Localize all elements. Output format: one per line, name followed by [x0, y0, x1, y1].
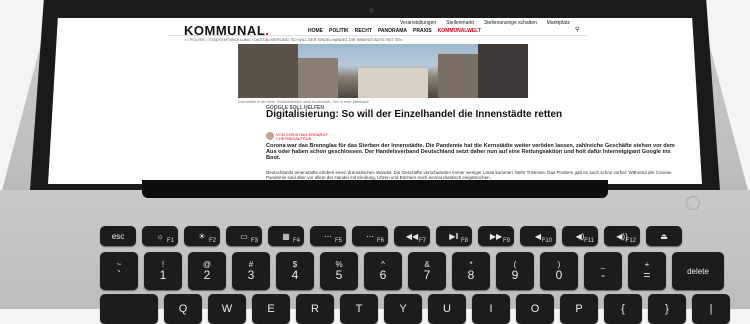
nav-divider — [168, 35, 588, 36]
key-6[interactable]: ^ 6 — [364, 252, 402, 290]
author-avatar — [266, 132, 274, 140]
key-0[interactable]: ) 0 — [540, 252, 578, 290]
key-w[interactable]: W — [208, 294, 246, 324]
mute-key[interactable]: ◀ F10 — [520, 226, 556, 246]
camera-icon — [369, 8, 374, 13]
play-pause-key[interactable]: ▶‖ F8 — [436, 226, 472, 246]
nav-item-home[interactable]: HOME — [308, 28, 323, 34]
mission-control-key[interactable]: ▭ F3 — [226, 226, 262, 246]
key-pipe[interactable]: | — [692, 294, 730, 324]
brightness-down-key[interactable]: ☼ F1 — [142, 226, 178, 246]
nav-item-panorama[interactable]: PANORAMA — [378, 28, 407, 34]
breadcrumb[interactable]: ⌂ / POLITIK / STADTENTWICKLUNG / DIGITAL… — [184, 37, 402, 42]
key-4[interactable]: $4 — [276, 252, 314, 290]
nav-item-praxis[interactable]: PRAXIS — [413, 28, 432, 34]
mission-control-icon: ▭ — [240, 231, 248, 241]
brightness-up-icon: ☀ — [198, 231, 206, 241]
mute-icon: ◀ — [534, 231, 542, 241]
eject-icon: ⏏ — [660, 231, 668, 241]
launchpad-icon: ▦ — [282, 231, 290, 241]
play-pause-icon: ▶‖ — [449, 231, 459, 241]
key-3[interactable]: #3 — [232, 252, 270, 290]
keyboard-deck — [0, 190, 750, 309]
kbd-light-down-key[interactable]: ⋯ F5 — [310, 226, 346, 246]
key-r[interactable]: R — [296, 294, 334, 324]
nav-item-kommunalwelt[interactable]: KOMMUNALWELT — [438, 28, 481, 34]
fast-forward-icon: ▶▶ — [489, 231, 503, 241]
key-q[interactable]: Q — [164, 294, 202, 324]
nav-item-recht[interactable]: RECHT — [355, 28, 372, 34]
topnav-link[interactable]: Stellenanzeige schalten — [484, 20, 537, 26]
fast-forward-key[interactable]: ▶▶ F9 — [478, 226, 514, 246]
image-caption: Innenstädte in der Krise: Einkaufsstraße… — [238, 100, 369, 104]
key-left-brace[interactable]: { — [604, 294, 642, 324]
key-right-brace[interactable]: } — [648, 294, 686, 324]
author-byline[interactable]: VON CHRISTIAN ERHARDT CHEFREDAKTEUR — [276, 133, 328, 141]
key-equals[interactable]: + = — [628, 252, 666, 290]
key-t[interactable]: T — [340, 294, 378, 324]
number-key-row: ~ ` ! 1 @2 #3 $4 % 5 ^ 6 & 7 * 8 (9 ) 0 _ - + = d… — [100, 252, 724, 290]
function-key-row: esc ☼ F1 ☀ F2 ▭ F3 ▦ F4 ⋯ F5 ⋯ F6 ◀◀ F7 ▶‖ F8 ▶▶… — [100, 226, 682, 246]
article-body: Deutschlands Innenstädte erleben einen d… — [266, 170, 673, 181]
keyboard-light-down-icon: ⋯ — [324, 231, 332, 241]
key-2[interactable]: @2 — [188, 252, 226, 290]
delete-key[interactable]: delete — [672, 252, 724, 290]
key-u[interactable]: U — [428, 294, 466, 324]
launchpad-key[interactable]: ▦ F4 — [268, 226, 304, 246]
key-i[interactable]: I — [472, 294, 510, 324]
article-lead: Corona war das Brennglas für das Sterben… — [266, 143, 675, 162]
volume-down-key[interactable]: ◀) F11 — [562, 226, 598, 246]
letter-key-row: Q W E R T Y U I O P { } | — [100, 294, 730, 324]
topnav-link[interactable]: Veranstaltungen — [400, 20, 436, 26]
brightness-down-icon: ☼ — [156, 231, 164, 241]
key-8[interactable]: * 8 — [452, 252, 490, 290]
kbd-light-up-key[interactable]: ⋯ F6 — [352, 226, 388, 246]
key-e[interactable]: E — [252, 294, 290, 324]
key-7[interactable]: & 7 — [408, 252, 446, 290]
search-icon[interactable]: ⚲ — [575, 26, 579, 33]
keyboard-light-up-icon: ⋯ — [366, 231, 374, 241]
key-backtick[interactable]: ~ ` — [100, 252, 138, 290]
rewind-key[interactable]: ◀◀ F7 — [394, 226, 430, 246]
main-navigation: HOME POLITIK RECHT PANORAMA PRAXIS KOMMU… — [308, 28, 481, 34]
key-o[interactable]: O — [516, 294, 554, 324]
key-9[interactable]: (9 — [496, 252, 534, 290]
hinge — [142, 180, 608, 198]
key-1[interactable]: ! 1 — [144, 252, 182, 290]
key-y[interactable]: Y — [384, 294, 422, 324]
topnav-link[interactable]: Stellenmarkt — [446, 20, 474, 26]
rewind-icon: ◀◀ — [405, 231, 419, 241]
esc-key[interactable]: esc — [100, 226, 136, 246]
top-navigation: Veranstaltungen Stellenmarkt Stellenanze… — [400, 20, 570, 26]
nav-item-politik[interactable]: POLITIK — [329, 28, 349, 34]
article-headline: Digitalisierung: So will der Einzelhande… — [266, 109, 563, 120]
brightness-up-key[interactable]: ☀ F2 — [184, 226, 220, 246]
browser-screen: Veranstaltungen Stellenmarkt Stellenanze… — [48, 18, 702, 184]
topnav-link[interactable]: Marktplatz — [547, 20, 570, 26]
volume-up-key[interactable]: ◀)) F12 — [604, 226, 640, 246]
eject-key[interactable]: ⏏ — [646, 226, 682, 246]
volume-down-icon: ◀) — [575, 231, 585, 241]
key-p[interactable]: P — [560, 294, 598, 324]
hero-image — [238, 44, 528, 98]
power-button[interactable] — [686, 196, 700, 210]
key-minus[interactable]: _ - — [584, 252, 622, 290]
tab-key[interactable] — [100, 294, 158, 324]
key-5[interactable]: % 5 — [320, 252, 358, 290]
